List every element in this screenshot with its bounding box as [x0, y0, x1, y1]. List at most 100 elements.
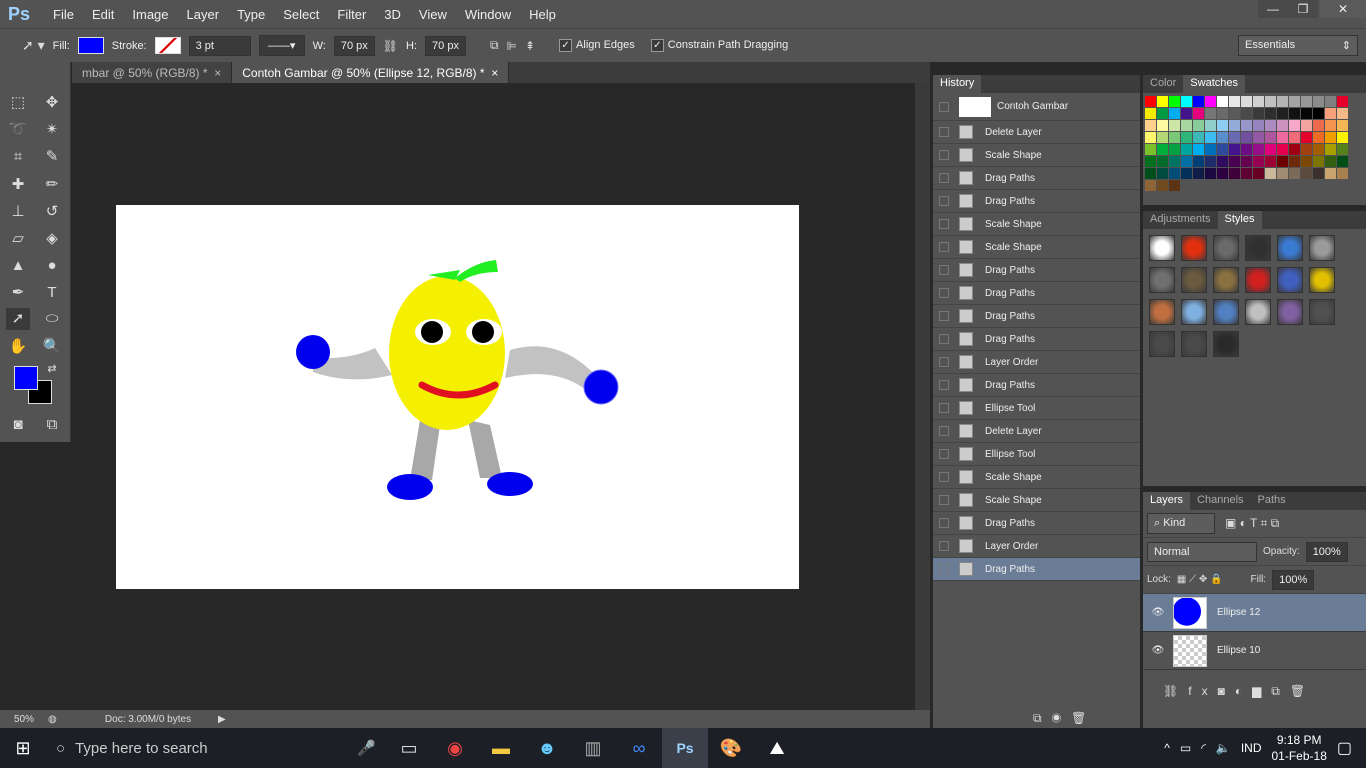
swatch[interactable]: [1205, 144, 1216, 155]
lock-icons[interactable]: ▦ ⟋ ✥ 🔒: [1177, 574, 1223, 585]
layer-filter-kind[interactable]: ⌕ Kind: [1147, 513, 1215, 534]
workspace-dropdown[interactable]: Essentials ⇕: [1238, 35, 1358, 56]
swatch[interactable]: [1229, 156, 1240, 167]
history-item[interactable]: Drag Paths: [933, 167, 1140, 190]
style-preset[interactable]: [1309, 299, 1335, 325]
swatch[interactable]: [1181, 96, 1192, 107]
history-item[interactable]: Scale Shape: [933, 144, 1140, 167]
history-checkbox[interactable]: [939, 541, 949, 551]
history-checkbox[interactable]: [939, 426, 949, 436]
history-item[interactable]: Ellipse Tool: [933, 397, 1140, 420]
swatch[interactable]: [1217, 168, 1228, 179]
history-snapshot[interactable]: Contoh Gambar: [933, 93, 1140, 121]
vertical-scrollbar[interactable]: [915, 83, 930, 710]
swatch[interactable]: [1169, 156, 1180, 167]
swatch[interactable]: [1241, 108, 1252, 119]
swatch[interactable]: [1253, 108, 1264, 119]
clock[interactable]: 9:18 PM 01-Feb-18: [1272, 732, 1327, 764]
swatch[interactable]: [1277, 108, 1288, 119]
swatch[interactable]: [1157, 132, 1168, 143]
history-checkbox[interactable]: [939, 311, 949, 321]
history-item[interactable]: Delete Layer: [933, 121, 1140, 144]
photos-app-icon[interactable]: ⛰: [754, 728, 800, 768]
swatch[interactable]: [1217, 144, 1228, 155]
status-icon[interactable]: ◍: [48, 714, 78, 725]
swatch[interactable]: [1253, 96, 1264, 107]
swatch[interactable]: [1181, 144, 1192, 155]
history-checkbox[interactable]: [939, 288, 949, 298]
swatch[interactable]: [1265, 156, 1276, 167]
swatch[interactable]: [1229, 108, 1240, 119]
volume-icon[interactable]: 🔈: [1216, 741, 1231, 755]
swatch[interactable]: [1301, 96, 1312, 107]
swatch[interactable]: [1325, 120, 1336, 131]
swatch[interactable]: [1217, 96, 1228, 107]
swatch[interactable]: [1241, 168, 1252, 179]
swatch[interactable]: [1289, 156, 1300, 167]
history-checkbox[interactable]: [939, 449, 949, 459]
tab-adjustments[interactable]: Adjustments: [1143, 211, 1218, 229]
swatch[interactable]: [1205, 132, 1216, 143]
history-checkbox[interactable]: [939, 403, 949, 413]
history-item[interactable]: Scale Shape: [933, 213, 1140, 236]
chip-app-icon[interactable]: ▥: [570, 728, 616, 768]
history-item[interactable]: Scale Shape: [933, 236, 1140, 259]
history-item[interactable]: Drag Paths: [933, 282, 1140, 305]
history-checkbox[interactable]: [939, 173, 949, 183]
notifications-icon[interactable]: ▢: [1337, 738, 1352, 758]
history-actions[interactable]: ⧉ ◉ 🗑: [1033, 711, 1086, 726]
swatch[interactable]: [1241, 156, 1252, 167]
windows-start-icon[interactable]: ⊞: [0, 728, 46, 768]
swatch[interactable]: [1157, 120, 1168, 131]
swatch[interactable]: [1337, 156, 1348, 167]
app-icon[interactable]: ☻: [524, 728, 570, 768]
swatch[interactable]: [1313, 120, 1324, 131]
swatch[interactable]: [1253, 132, 1264, 143]
swatch[interactable]: [1325, 144, 1336, 155]
layer-row[interactable]: 👁 Ellipse 10: [1143, 632, 1366, 670]
paint-app-icon[interactable]: 🎨: [708, 728, 754, 768]
history-item[interactable]: Drag Paths: [933, 374, 1140, 397]
swatch[interactable]: [1277, 156, 1288, 167]
swatch[interactable]: [1277, 96, 1288, 107]
swatch[interactable]: [1301, 108, 1312, 119]
style-preset[interactable]: [1149, 235, 1175, 261]
swatch[interactable]: [1205, 108, 1216, 119]
minimize-button[interactable]: —: [1258, 0, 1288, 18]
swatch[interactable]: [1157, 96, 1168, 107]
style-preset[interactable]: [1213, 267, 1239, 293]
swatch[interactable]: [1145, 96, 1156, 107]
swatch[interactable]: [1289, 144, 1300, 155]
swatch[interactable]: [1181, 120, 1192, 131]
swatch[interactable]: [1301, 144, 1312, 155]
swatch[interactable]: [1229, 132, 1240, 143]
swatch[interactable]: [1229, 96, 1240, 107]
swatch[interactable]: [1301, 132, 1312, 143]
blend-mode-dropdown[interactable]: Normal: [1147, 541, 1257, 562]
swatch[interactable]: [1277, 120, 1288, 131]
tab-swatches[interactable]: Swatches: [1183, 75, 1245, 93]
swatch[interactable]: [1325, 132, 1336, 143]
tab-layers[interactable]: Layers: [1143, 492, 1191, 510]
history-item[interactable]: Layer Order: [933, 351, 1140, 374]
swatch[interactable]: [1265, 144, 1276, 155]
swatch[interactable]: [1169, 120, 1180, 131]
style-preset[interactable]: [1213, 235, 1239, 261]
swatch[interactable]: [1337, 96, 1348, 107]
history-item[interactable]: Drag Paths: [933, 328, 1140, 351]
tray-chevron-icon[interactable]: ^: [1164, 741, 1170, 755]
style-preset[interactable]: [1245, 235, 1271, 261]
swatch[interactable]: [1313, 96, 1324, 107]
history-checkbox[interactable]: [939, 334, 949, 344]
swatch[interactable]: [1265, 132, 1276, 143]
opacity-input[interactable]: 100%: [1305, 541, 1348, 562]
tab-channels[interactable]: Channels: [1190, 492, 1250, 510]
swatch[interactable]: [1289, 120, 1300, 131]
swatch[interactable]: [1217, 132, 1228, 143]
swatch[interactable]: [1337, 108, 1348, 119]
swatch[interactable]: [1277, 132, 1288, 143]
layer-row[interactable]: 👁 Ellipse 12: [1143, 594, 1366, 632]
swatch[interactable]: [1241, 96, 1252, 107]
swatch[interactable]: [1253, 120, 1264, 131]
swatch[interactable]: [1169, 108, 1180, 119]
